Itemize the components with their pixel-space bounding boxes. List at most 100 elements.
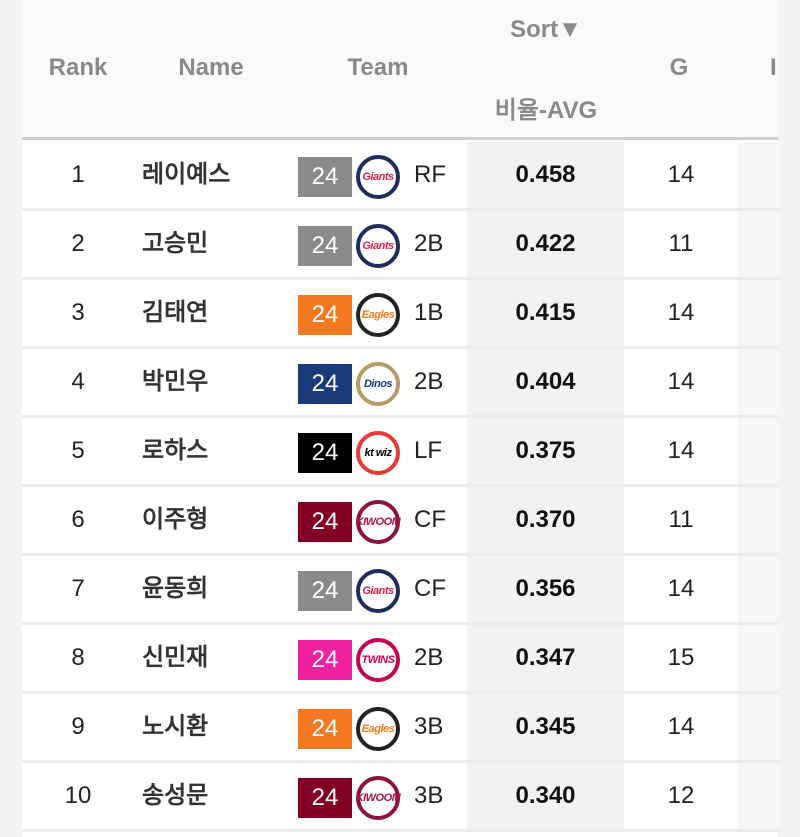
player-name[interactable]: 이주형: [142, 487, 208, 553]
team-logo-ring: TWINS: [356, 638, 400, 682]
next-column-background: [738, 625, 778, 691]
table-row[interactable]: 9 노시환 24 Eagles 3B 0.345 14: [22, 694, 778, 763]
column-header-rank[interactable]: Rank: [22, 54, 134, 82]
rank-cell: 7: [71, 575, 85, 602]
team-logo-ring: KIWOOM: [355, 500, 401, 544]
column-header-team[interactable]: Team: [288, 54, 468, 82]
rank-cell: 6: [71, 506, 85, 533]
table-row[interactable]: 4 박민우 24 Dinos 2B 0.404 14: [22, 349, 778, 418]
next-column-background: [738, 349, 778, 415]
next-column-background: [738, 280, 778, 346]
team-logo-ring: Giants: [356, 569, 400, 613]
table-row[interactable]: 8 신민재 24 TWINS 2B 0.347 15: [22, 625, 778, 694]
player-name[interactable]: 윤동희: [142, 556, 208, 622]
team-logo-text: KIWOOM: [355, 792, 401, 804]
next-column-background: [738, 763, 778, 829]
position-cell: 2B: [414, 230, 444, 257]
games-cell: 14: [667, 368, 695, 395]
team-logo-kiwoom-icon: KIWOOM: [355, 500, 401, 544]
position-cell: 2B: [414, 368, 444, 395]
team-logo-ring: Eagles: [356, 707, 400, 751]
team-logo-eagles-icon: Eagles: [356, 293, 400, 337]
avg-cell: 0.345: [515, 713, 576, 740]
position-cell: CF: [414, 575, 446, 602]
team-logo-ring: Eagles: [356, 293, 400, 337]
uniform-number-badge: 24: [298, 709, 352, 749]
avg-cell: 0.375: [515, 437, 576, 464]
position-cell: 1B: [414, 299, 444, 326]
table-row[interactable]: 1 레이예스 24 Giants RF 0.458 14: [22, 142, 778, 211]
team-logo-ktwiz-icon: kt wiz: [356, 431, 400, 475]
position-cell: LF: [414, 437, 443, 464]
team-logo-text: KIWOOM: [355, 516, 401, 528]
uniform-number-badge: 24: [298, 295, 352, 335]
rank-cell: 8: [71, 644, 85, 671]
team-logo-twins-icon: TWINS: [356, 638, 400, 682]
player-name[interactable]: 김태연: [142, 280, 208, 346]
position-cell: RF: [414, 161, 446, 188]
column-header-games[interactable]: G: [624, 54, 734, 82]
team-logo-giants-icon: Giants: [356, 155, 400, 199]
team-logo-text: kt wiz: [364, 447, 392, 459]
uniform-number-badge: 24: [298, 226, 352, 266]
player-name[interactable]: 송성문: [142, 763, 208, 829]
position-cell: 2B: [414, 644, 444, 671]
team-logo-ring: Dinos: [356, 362, 400, 406]
column-header-avg[interactable]: Sort▼ 비율-AVG: [468, 16, 624, 126]
avg-cell: 0.347: [515, 644, 576, 671]
table-row[interactable]: 2 고승민 24 Giants 2B 0.422 11: [22, 211, 778, 280]
table-row[interactable]: 6 이주형 24 KIWOOM CF 0.370 11: [22, 487, 778, 556]
next-column-background: [738, 556, 778, 622]
player-name[interactable]: 로하스: [142, 418, 208, 484]
team-logo-ring: kt wiz: [356, 431, 400, 475]
rank-cell: 4: [71, 368, 85, 395]
player-name[interactable]: 노시환: [142, 694, 208, 760]
uniform-number-badge: 24: [298, 157, 352, 197]
table-row[interactable]: 5 로하스 24 kt wiz LF 0.375 14: [22, 418, 778, 487]
team-logo-ring: Giants: [356, 155, 400, 199]
uniform-number-badge: 24: [298, 433, 352, 473]
team-logo-text: Eagles: [361, 723, 395, 735]
player-name[interactable]: 고승민: [142, 211, 208, 277]
team-logo-dinos-icon: Dinos: [356, 362, 400, 406]
player-name[interactable]: 신민재: [142, 625, 208, 691]
team-logo-eagles-icon: Eagles: [356, 707, 400, 751]
avg-cell: 0.404: [515, 368, 576, 395]
games-cell: 14: [667, 575, 695, 602]
sort-indicator[interactable]: Sort▼: [468, 16, 624, 44]
games-cell: 14: [667, 437, 695, 464]
rank-cell: 10: [64, 782, 92, 809]
table-row[interactable]: 10 송성문 24 KIWOOM 3B 0.340 12: [22, 763, 778, 832]
table-row[interactable]: 3 김태연 24 Eagles 1B 0.415 14: [22, 280, 778, 349]
uniform-number-badge: 24: [298, 640, 352, 680]
games-cell: 11: [668, 230, 694, 257]
games-cell: 14: [667, 713, 695, 740]
uniform-number-badge: 24: [298, 778, 352, 818]
column-header-name[interactable]: Name: [134, 54, 288, 82]
player-name[interactable]: 레이예스: [142, 142, 230, 208]
uniform-number-badge: 24: [298, 571, 352, 611]
player-name[interactable]: 박민우: [142, 349, 208, 415]
uniform-number-badge: 24: [298, 502, 352, 542]
games-cell: 15: [667, 644, 695, 671]
rank-cell: 1: [71, 161, 85, 188]
avg-cell: 0.415: [515, 299, 576, 326]
team-logo-text: Giants: [362, 585, 394, 597]
games-cell: 11: [668, 506, 694, 533]
team-logo-text: Giants: [362, 240, 394, 252]
avg-cell: 0.458: [515, 161, 576, 188]
team-logo-ring: KIWOOM: [355, 776, 401, 820]
column-header-next-partial[interactable]: I: [770, 54, 778, 82]
batting-stats-table: Rank Name Team Sort▼ 비율-AVG G I 1 레이예스 2…: [22, 0, 778, 837]
position-cell: CF: [414, 506, 446, 533]
games-cell: 12: [667, 782, 695, 809]
position-cell: 3B: [414, 782, 444, 809]
table-header: Rank Name Team Sort▼ 비율-AVG G I: [22, 0, 778, 140]
position-cell: 3B: [414, 713, 444, 740]
table-row[interactable]: 7 윤동희 24 Giants CF 0.356 14: [22, 556, 778, 625]
team-logo-text: Dinos: [363, 378, 393, 390]
team-logo-ring: Giants: [356, 224, 400, 268]
rank-cell: 2: [71, 230, 85, 257]
table-body: 1 레이예스 24 Giants RF 0.458 14 2 고승민 24 Gi…: [22, 142, 778, 832]
avg-cell: 0.356: [515, 575, 576, 602]
